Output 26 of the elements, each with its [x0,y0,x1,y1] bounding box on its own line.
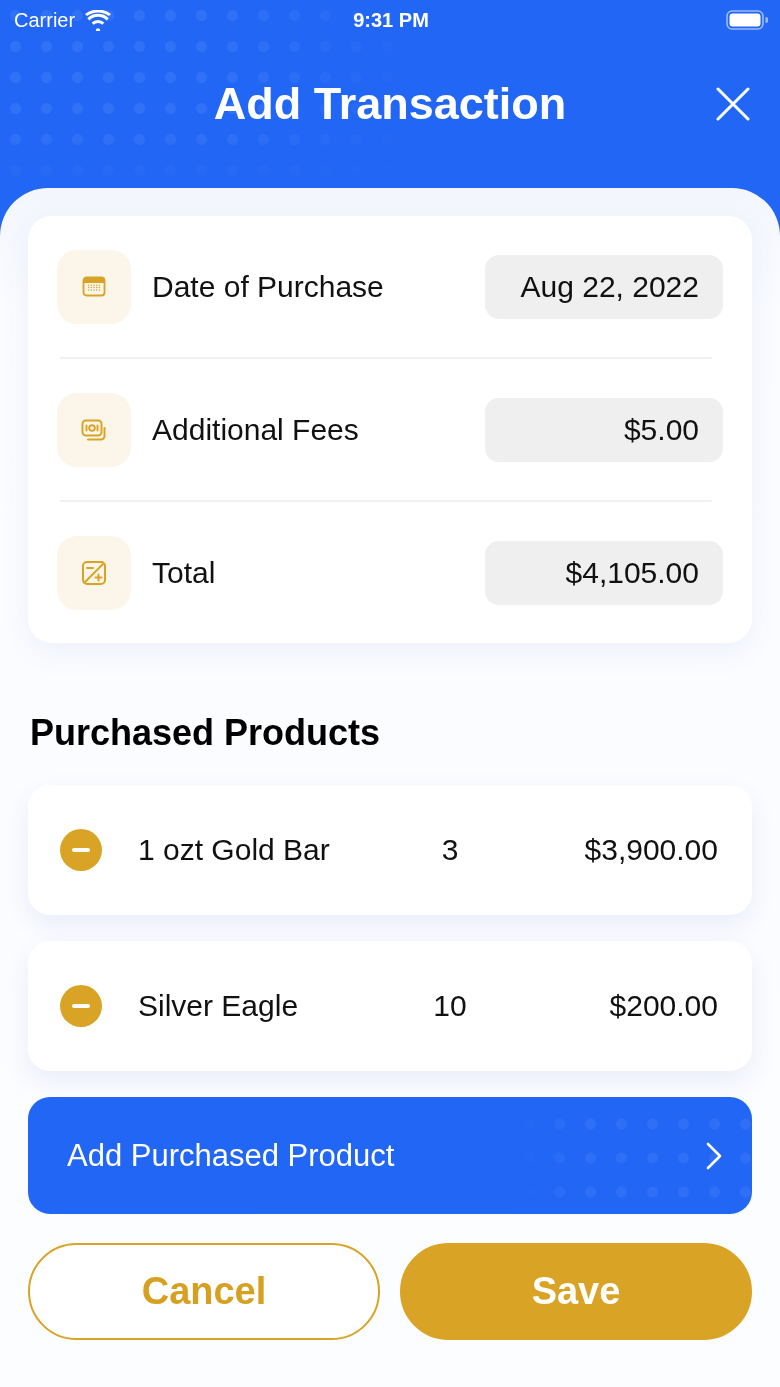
wifi-icon [85,9,112,31]
field-label: Date of Purchase [152,269,385,304]
carrier-name: Carrier [14,8,76,32]
calendar-icon [57,249,131,324]
section-heading: Purchased Products [30,711,382,755]
field-label: Additional Fees [152,412,360,447]
status-time: 9:31 PM [353,8,429,32]
product-quantity: 10 [433,989,467,1023]
close-icon[interactable] [716,87,750,121]
add-product-button[interactable]: Add Purchased Product [28,1097,752,1214]
plus-minus-icon [57,535,131,610]
fees-field[interactable]: $5.00 [485,397,723,462]
product-name: 1 ozt Gold Bar [138,833,330,867]
minus-icon[interactable] [60,829,102,871]
battery-icon [726,10,768,30]
field-label: Total [152,555,217,590]
product-quantity: 3 [441,833,459,867]
product-name: Silver Eagle [138,989,299,1023]
product-price: $200.00 [609,989,718,1023]
total-field: $4,105.00 [485,540,723,605]
minus-icon[interactable] [60,985,102,1027]
product-price: $3,900.00 [584,833,718,867]
date-field[interactable]: Aug 22, 2022 [485,254,723,319]
chevron-right-icon [706,1141,722,1170]
banknotes-icon [57,392,131,467]
screen-title: Add Transaction [213,78,567,130]
